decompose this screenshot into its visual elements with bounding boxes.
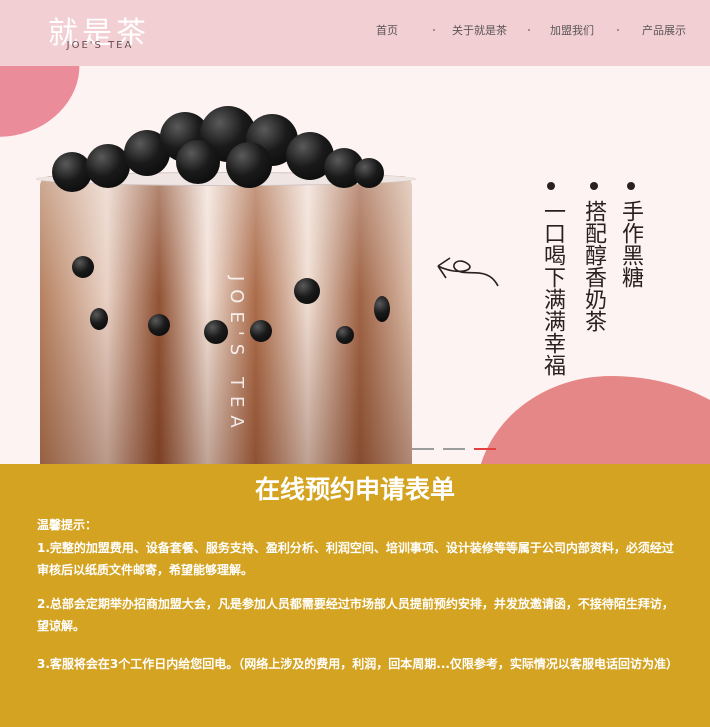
tapioca-pearl bbox=[250, 320, 272, 342]
nav-separator bbox=[617, 29, 619, 31]
nav-products[interactable]: 产品展示 bbox=[642, 22, 686, 38]
nav-separator bbox=[433, 29, 435, 31]
tapioca-pearl bbox=[90, 308, 108, 330]
slogan-line-2: 搭配醇香奶茶 bbox=[581, 200, 606, 332]
logo[interactable]: 就是茶 JOE'S TEA bbox=[44, 8, 164, 58]
slogan-bullet bbox=[590, 182, 598, 190]
tapioca-pearl bbox=[204, 320, 228, 344]
nav-separator bbox=[528, 29, 530, 31]
slogan-bullet bbox=[547, 182, 555, 190]
tapioca-pearl bbox=[72, 256, 94, 278]
slide-indicator-1[interactable] bbox=[412, 448, 434, 450]
nav-about[interactable]: 关于就是茶 bbox=[452, 22, 507, 38]
slide-indicator-2[interactable] bbox=[443, 448, 465, 450]
tapioca-pearl bbox=[354, 158, 384, 188]
slide-indicator-3[interactable] bbox=[474, 448, 496, 450]
milk-tea-image: JOE'S TEA bbox=[36, 96, 416, 464]
tapioca-pearl bbox=[148, 314, 170, 336]
tip-heading: 温馨提示： bbox=[37, 518, 98, 532]
tapioca-pearl bbox=[176, 140, 220, 184]
slogan-line-1: 手作黑糖 bbox=[618, 200, 643, 288]
logo-english: JOE'S TEA bbox=[66, 40, 134, 51]
hero-banner: JOE'S TEA 手作黑糖 搭配醇香奶茶 一口喝下满满幸福 bbox=[0, 66, 710, 464]
tip-item-1: 1.完整的加盟费用、设备套餐、服务支持、盈利分析、利润空间、培训事项、设计装修等… bbox=[37, 541, 674, 577]
cup-brand-text: JOE'S TEA bbox=[226, 276, 247, 436]
nav-home[interactable]: 首页 bbox=[376, 22, 398, 38]
site-header: 就是茶 JOE'S TEA 首页 关于就是茶 加盟我们 产品展示 bbox=[0, 0, 710, 66]
tip-item-2: 2.总部会定期举办招商加盟大会，凡是参加人员都需要经过市场部人员提前预约安排，并… bbox=[37, 597, 674, 633]
tapioca-pearl bbox=[294, 278, 320, 304]
tapioca-pearl bbox=[374, 296, 390, 322]
slogan-bullet bbox=[627, 182, 635, 190]
arrow-doodle-icon bbox=[437, 257, 499, 287]
appointment-form-section: 在线预约申请表单 温馨提示： 1.完整的加盟费用、设备套餐、服务支持、盈利分析、… bbox=[0, 464, 710, 727]
decor-blob-right bbox=[476, 376, 710, 464]
nav-join[interactable]: 加盟我们 bbox=[550, 22, 594, 38]
tip-item-3: 3.客服将会在3个工作日内给您回电。（网络上涉及的费用，利润，回本周期...仅限… bbox=[37, 657, 678, 671]
form-title: 在线预约申请表单 bbox=[254, 475, 455, 504]
tapioca-pearl bbox=[336, 326, 354, 344]
slogan-line-3: 一口喝下满满幸福 bbox=[540, 200, 565, 376]
tapioca-pearl bbox=[226, 142, 272, 188]
